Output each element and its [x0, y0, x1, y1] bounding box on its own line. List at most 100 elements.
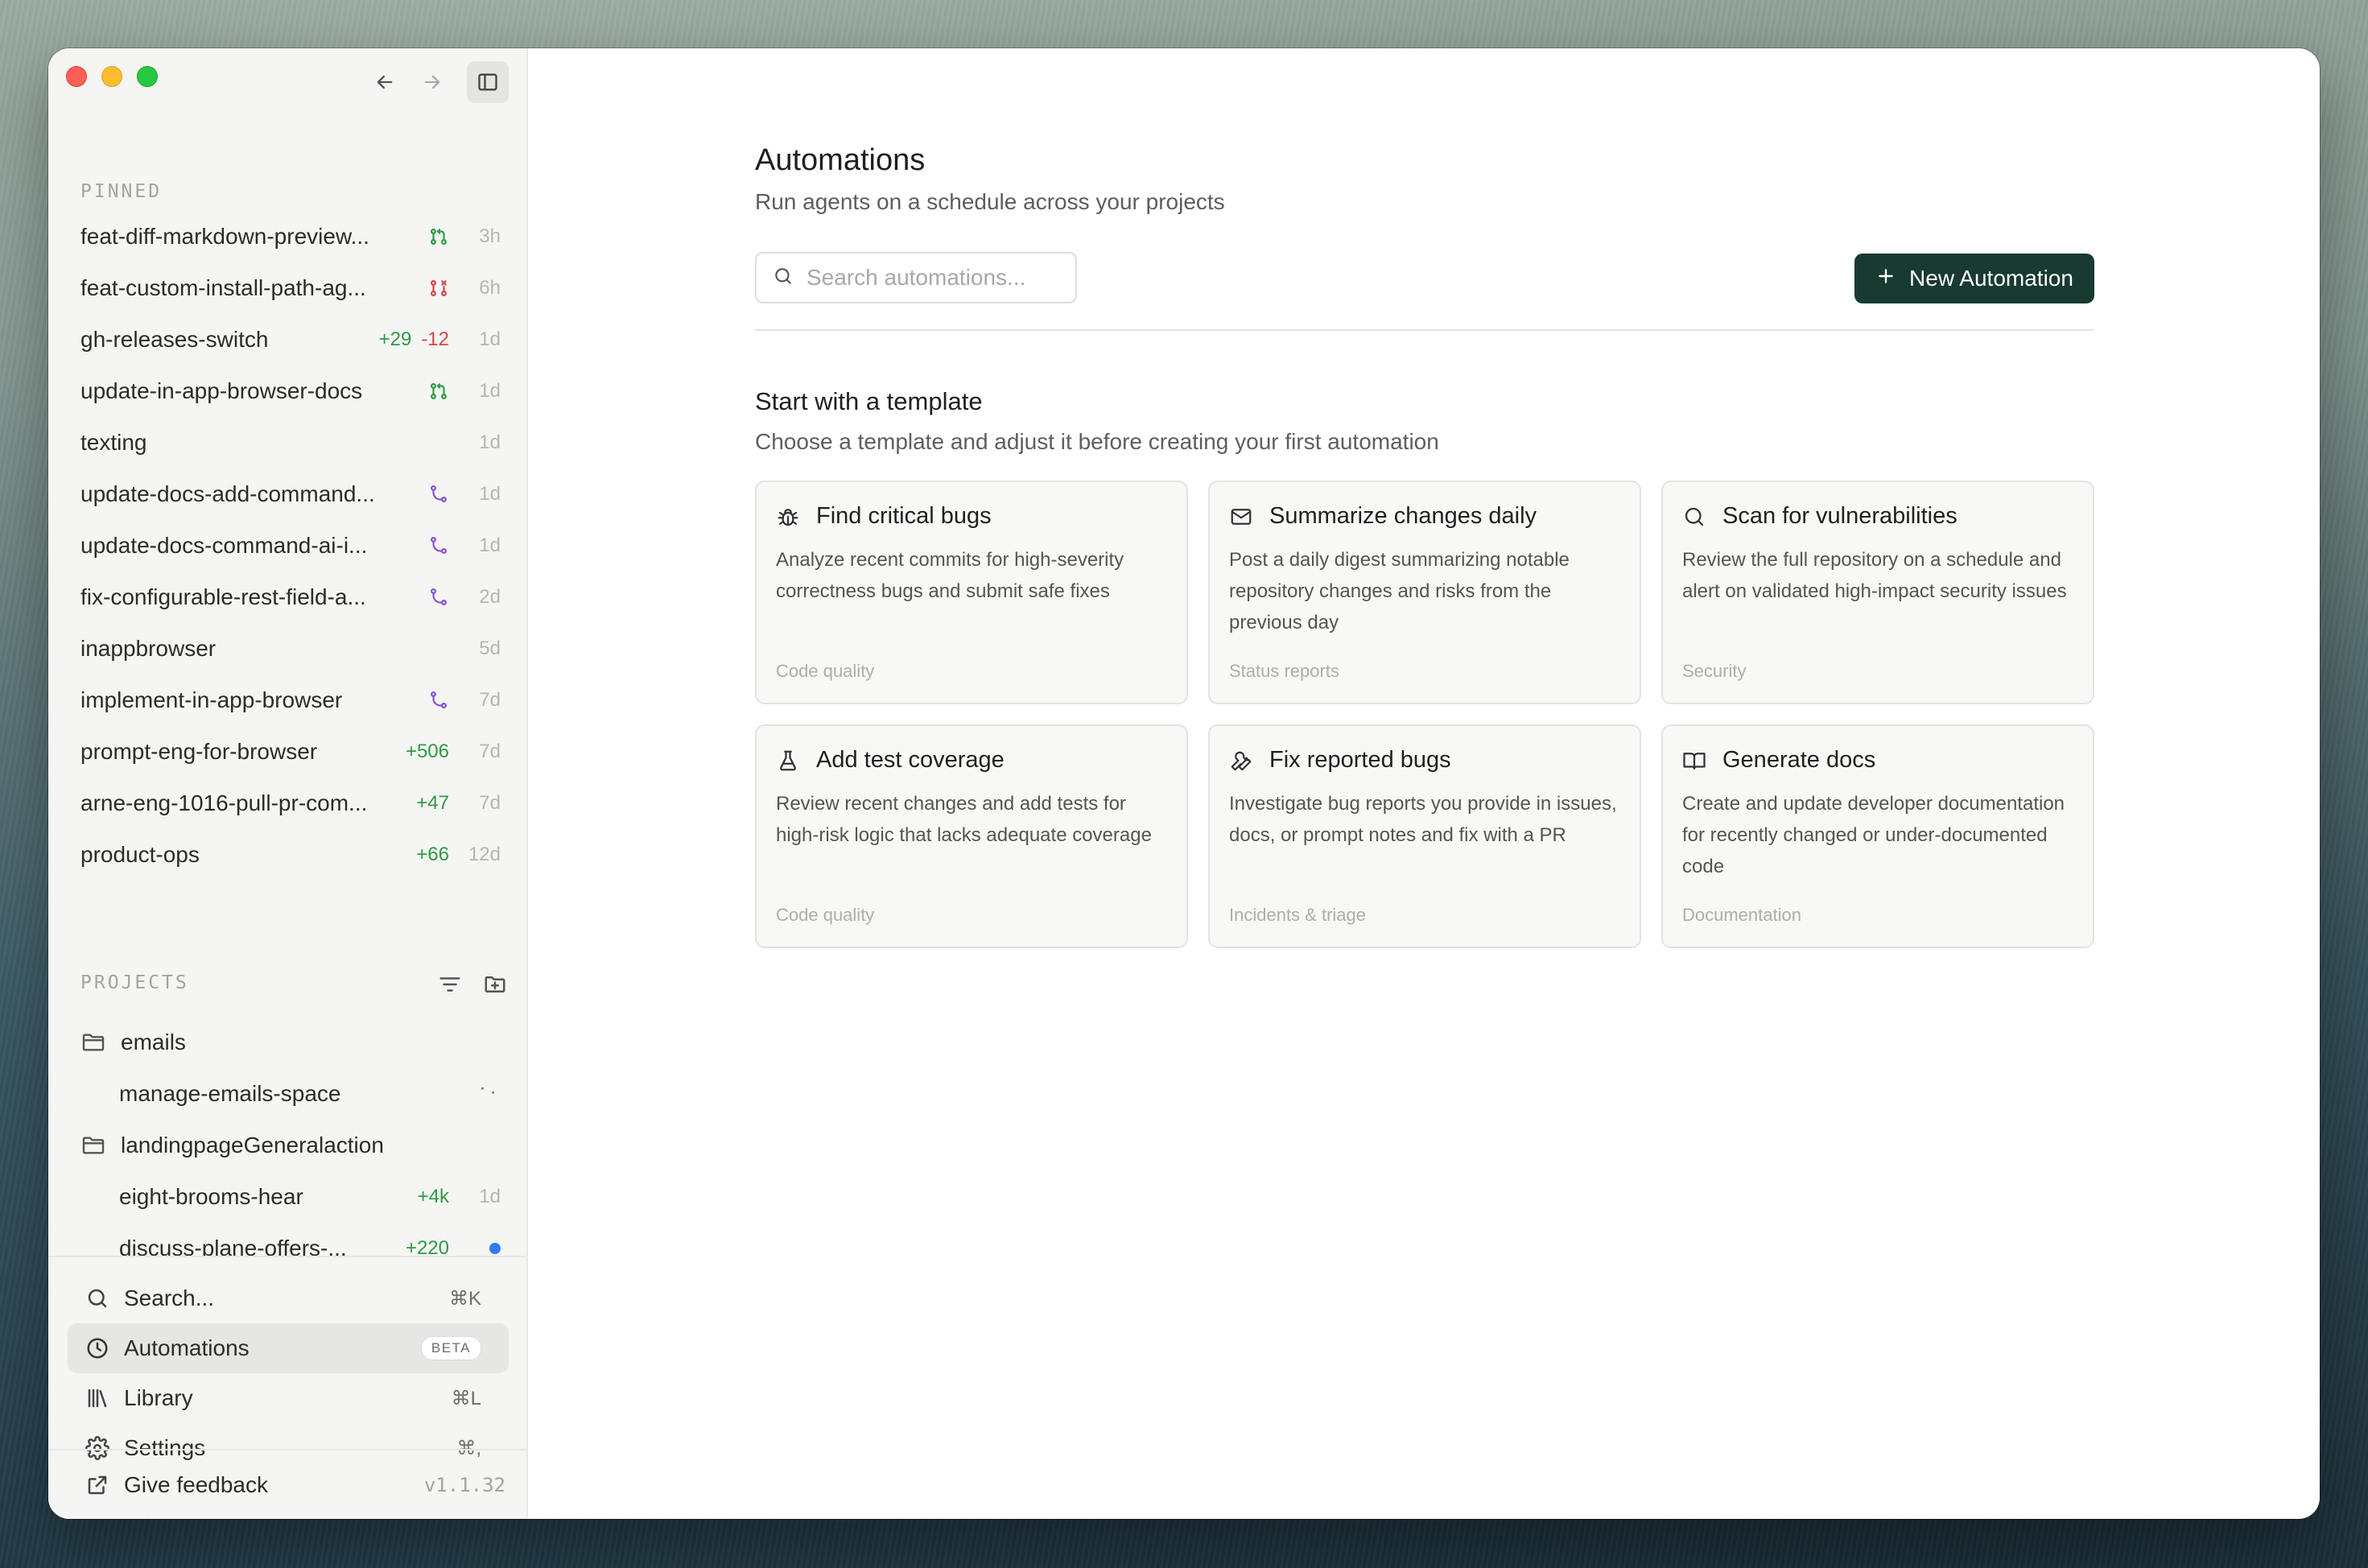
lines-added: +506 [405, 741, 449, 762]
template-card[interactable]: Generate docs Create and update developer… [1661, 724, 2094, 948]
nav-library[interactable]: Library ⌘L [68, 1373, 509, 1423]
pinned-session-row[interactable]: fix-configurable-rest-field-a... 2d [48, 571, 528, 623]
maximize-window-button[interactable] [137, 66, 158, 87]
session-name: discuss-plane-offers-... [119, 1236, 347, 1256]
template-description: Analyze recent commits for high-severity… [776, 549, 1124, 602]
git-pr-green-icon [428, 381, 449, 402]
app-window: PINNED feat-diff-markdown-preview... 3h fe… [48, 48, 2320, 1519]
sidebar-bottom-nav: Search... ⌘K Automations BETA Library ⌘L [48, 1256, 528, 1473]
session-time: 3h [479, 225, 501, 247]
pinned-session-row[interactable]: inappbrowser 5d [48, 623, 528, 675]
pinned-session-row[interactable]: update-docs-command-ai-i... 1d [48, 520, 528, 571]
template-description: Create and update developer documentatio… [1682, 793, 2065, 877]
flask-icon [776, 749, 803, 773]
search-automations-input[interactable]: Search automations... [755, 252, 1077, 303]
lines-added: +47 [416, 792, 449, 814]
pinned-section-label: PINNED [80, 181, 163, 202]
lines-added: +66 [416, 844, 449, 865]
new-automation-button[interactable]: New Automation [1854, 254, 2094, 303]
pinned-session-row[interactable]: prompt-eng-for-browser +506 7d [48, 726, 528, 778]
diff-stats: +506 [406, 741, 449, 763]
pinned-session-row[interactable]: gh-releases-switch +29 -12 1d [48, 314, 528, 365]
template-title: Find critical bugs [816, 503, 992, 529]
nav-automations[interactable]: Automations BETA [68, 1323, 509, 1373]
pinned-session-row[interactable]: update-docs-add-command... 1d [48, 468, 528, 520]
plus-icon [1875, 266, 1896, 292]
search-icon [773, 266, 794, 291]
pinned-session-row[interactable]: feat-custom-install-path-ag... 6h [48, 262, 528, 314]
template-description: Review recent changes and add tests for … [776, 793, 1152, 846]
new-folder-icon[interactable] [483, 958, 507, 1001]
session-time: 12d [468, 844, 501, 865]
template-title-row: Add test coverage [776, 747, 1167, 774]
project-folder-emails[interactable]: emails [48, 1017, 528, 1068]
nav-label: Search... [124, 1285, 215, 1310]
pinned-session-row[interactable]: texting 1d [48, 417, 528, 468]
templates-title: Start with a template [755, 387, 983, 415]
pinned-session-row[interactable]: feat-diff-markdown-preview... 3h [48, 211, 528, 262]
page-subtitle: Run agents on a schedule across your pro… [755, 189, 1225, 214]
pinned-session-row[interactable]: update-in-app-browser-docs 1d [48, 365, 528, 417]
template-title-row: Generate docs [1682, 747, 2073, 774]
project-session-row[interactable]: discuss-plane-offers-... +220 [48, 1223, 528, 1256]
close-window-button[interactable] [66, 66, 87, 87]
project-session-row[interactable]: manage-emails-space ⠁⠂ [48, 1068, 528, 1120]
template-card[interactable]: Add test coverage Review recent changes a… [755, 724, 1188, 948]
projects-list: emails manage-emails-space ⠁⠂ landingpag… [48, 1017, 528, 1256]
book-icon [1682, 749, 1710, 773]
session-name: update-docs-add-command... [80, 481, 375, 506]
session-time: 6h [479, 277, 501, 299]
templates-subtitle: Choose a template and adjust it before c… [755, 429, 1439, 454]
pinned-session-row[interactable]: implement-in-app-browser 7d [48, 675, 528, 726]
session-name: implement-in-app-browser [80, 687, 343, 712]
search-icon [85, 1286, 111, 1310]
filter-icon[interactable] [438, 958, 462, 1001]
forward-arrow-icon[interactable] [411, 61, 453, 103]
feedback-label: Give feedback [124, 1471, 268, 1497]
template-title: Scan for vulnerabilities [1722, 503, 1958, 529]
back-arrow-icon[interactable] [364, 61, 406, 103]
project-session-row[interactable]: eight-brooms-hear +4k 1d [48, 1171, 528, 1223]
project-folder-landingpage[interactable]: landingpageGeneralaction [48, 1120, 528, 1171]
template-title: Generate docs [1722, 747, 1876, 773]
library-icon [85, 1386, 111, 1410]
mail-icon [1229, 505, 1256, 529]
main-panel: Automations Run agents on a schedule acr… [528, 48, 2320, 1519]
template-card[interactable]: Fix reported bugs Investigate bug reports… [1208, 724, 1641, 948]
toggle-sidebar-icon[interactable] [467, 61, 509, 103]
projects-section-label: PROJECTS [80, 972, 189, 993]
template-card[interactable]: Scan for vulnerabilities Review the full … [1661, 481, 2094, 704]
beta-badge: BETA [420, 1336, 481, 1360]
session-time: 7d [479, 792, 501, 814]
nav-label: Library [124, 1385, 193, 1410]
session-name: manage-emails-space [119, 1081, 341, 1106]
template-card[interactable]: Summarize changes daily Post a daily dige… [1208, 481, 1641, 704]
nav-search[interactable]: Search... ⌘K [68, 1273, 509, 1323]
divider [755, 329, 2094, 331]
minimize-window-button[interactable] [101, 66, 122, 87]
session-name: inappbrowser [80, 636, 217, 661]
session-name: feat-diff-markdown-preview... [80, 224, 369, 249]
session-name: fix-configurable-rest-field-a... [80, 584, 366, 609]
session-time: 7d [479, 741, 501, 762]
session-name: update-in-app-browser-docs [80, 378, 363, 403]
session-time: 1d [479, 328, 501, 350]
project-name: emails [121, 1030, 186, 1054]
lines-added: +4k [417, 1186, 449, 1207]
lines-removed: -12 [421, 328, 449, 350]
page-title: Automations [755, 143, 926, 177]
unread-dot-icon [489, 1243, 501, 1254]
template-grid: Find critical bugs Analyze recent commits… [755, 481, 2094, 948]
diff-stats: +29 -12 [379, 328, 449, 351]
git-merge-purple-icon [428, 535, 449, 556]
template-category: Documentation [1682, 905, 1801, 925]
give-feedback-button[interactable]: Give feedback v1.1.32 [48, 1449, 528, 1519]
session-time: 1d [479, 483, 501, 505]
session-time: 1d [479, 380, 501, 402]
template-card[interactable]: Find critical bugs Analyze recent commits… [755, 481, 1188, 704]
pinned-session-row[interactable]: arne-eng-1016-pull-pr-com... +47 7d [48, 778, 528, 829]
titlebar [48, 48, 528, 129]
clock-icon [85, 1336, 111, 1360]
pinned-session-row[interactable]: product-ops +66 12d [48, 829, 528, 881]
template-title-row: Find critical bugs [776, 503, 1167, 530]
